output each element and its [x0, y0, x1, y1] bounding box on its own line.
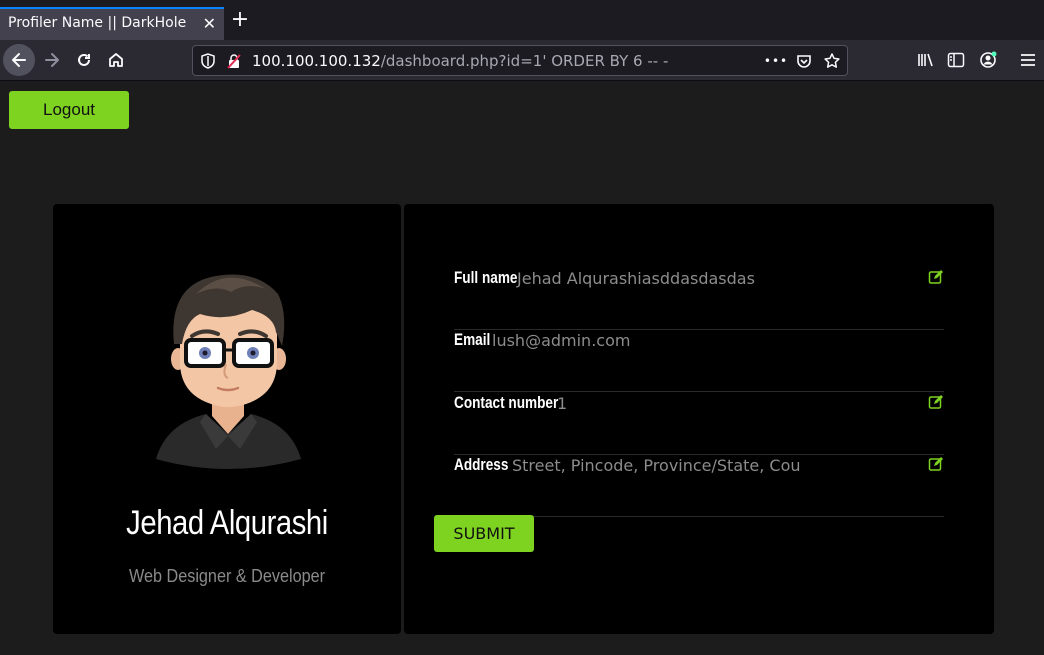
new-tab-icon[interactable]: + [228, 9, 252, 33]
browser-tab[interactable]: Profiler Name || DarkHole ✕ [0, 7, 224, 40]
contact-number-label: Contact number [454, 393, 559, 412]
address-label: Address [454, 455, 509, 474]
avatar [156, 274, 301, 469]
sidebar-icon[interactable] [941, 45, 971, 75]
email-row: Email lush@admin.com [454, 330, 944, 392]
url-path: /dashboard.php?id=1' ORDER BY 6 -- - [380, 52, 669, 70]
full-name-row: Full name Jehad Alqurashiasddasdasdas [454, 268, 944, 330]
edit-icon[interactable] [928, 269, 944, 285]
address-bar[interactable]: 100.100.100.132/dashboard.php?id=1' ORDE… [192, 45, 848, 76]
forward-arrow-icon[interactable] [37, 45, 67, 75]
url-host: 100.100.100.132 [252, 52, 381, 70]
profile-details-card: Full name Jehad Alqurashiasddasdasdas Em… [404, 204, 994, 634]
reload-icon[interactable] [69, 45, 99, 75]
profile-card: Jehad Alqurashi Web Designer & Developer [53, 204, 401, 634]
logout-button[interactable]: Logout [9, 91, 129, 129]
full-name-label: Full name [454, 268, 518, 287]
tab-strip: Profiler Name || DarkHole ✕ + [0, 0, 1044, 40]
home-icon[interactable] [101, 45, 131, 75]
menu-icon[interactable] [1013, 45, 1043, 75]
more-actions-icon[interactable]: ••• [764, 51, 787, 71]
close-tab-icon[interactable]: ✕ [203, 14, 216, 33]
contact-number-value[interactable]: 1 [557, 394, 567, 413]
pocket-icon[interactable] [794, 51, 814, 71]
edit-icon[interactable] [928, 394, 944, 410]
profile-name: Jehad Alqurashi [126, 504, 328, 542]
shield-icon[interactable] [198, 51, 218, 71]
profile-role: Web Designer & Developer [128, 566, 326, 586]
navigation-toolbar: 100.100.100.132/dashboard.php?id=1' ORDE… [0, 40, 1044, 81]
insecure-lock-icon[interactable] [224, 51, 244, 71]
bookmark-star-icon[interactable] [822, 51, 842, 71]
submit-button[interactable]: SUBMIT [434, 515, 534, 552]
edit-icon[interactable] [928, 456, 944, 472]
page-content: Logout Jehad Alqurashi Web Designer & De… [0, 82, 1044, 655]
account-icon[interactable] [973, 45, 1003, 75]
contact-number-row: Contact number 1 [454, 393, 944, 455]
url-text[interactable]: 100.100.100.132/dashboard.php?id=1' ORDE… [252, 52, 668, 70]
email-label: Email [454, 330, 491, 349]
full-name-value[interactable]: Jehad Alqurashiasddasdasdas [517, 269, 755, 288]
address-row: Address Street, Pincode, Province/State,… [454, 455, 944, 517]
email-value[interactable]: lush@admin.com [492, 331, 630, 350]
back-arrow-icon[interactable] [3, 44, 35, 76]
library-icon[interactable] [911, 45, 941, 75]
address-value[interactable]: Street, Pincode, Province/State, Cou [512, 456, 801, 475]
tab-title: Profiler Name || DarkHole [8, 15, 187, 31]
